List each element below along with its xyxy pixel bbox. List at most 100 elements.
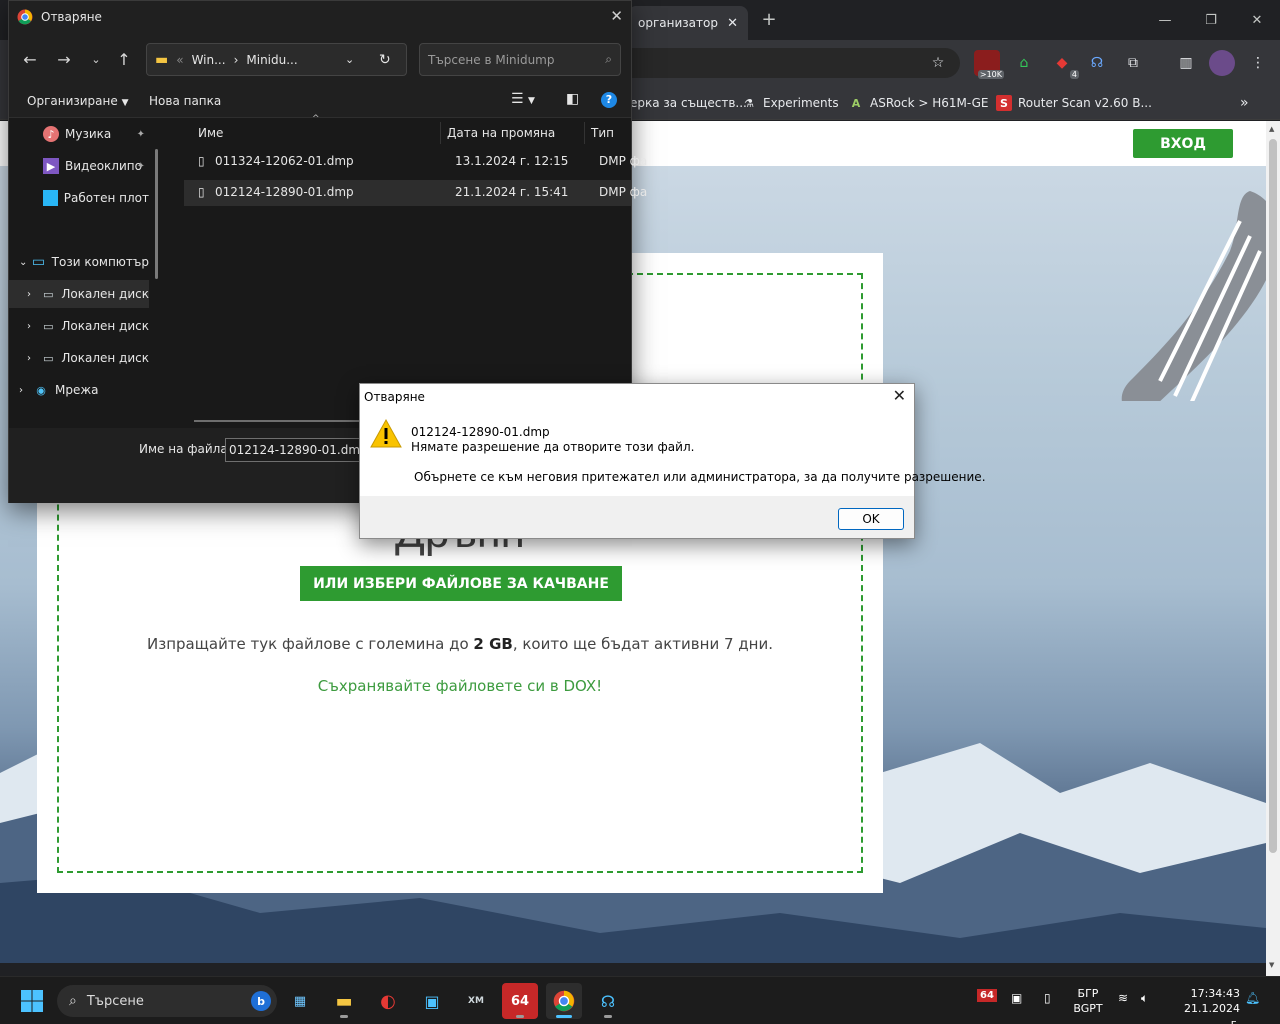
bookmarks-overflow-icon[interactable]: » [1240, 93, 1249, 113]
error-hint: Обърнете се към неговия притежател или а… [414, 470, 986, 484]
sidebar-scrollbar[interactable] [155, 149, 158, 279]
bookmark-experiments[interactable]: ⚗ Experiments [741, 93, 839, 113]
taskbar-app-xmplay[interactable]: XM [458, 983, 494, 1019]
bing-icon[interactable]: b [251, 991, 271, 1011]
choose-files-button[interactable]: ИЛИ ИЗБЕРИ ФАЙЛОВЕ ЗА КАЧВАНЕ [300, 566, 622, 601]
sidebar-item-local-disk[interactable]: › ▭ Локален диск [9, 344, 149, 372]
up-arrow-icon[interactable]: ↑ [113, 49, 135, 71]
file-row-selected[interactable]: ▯ 012124-12890-01.dmp 21.1.2024 г. 15:41… [184, 180, 647, 206]
bookmark-router-scan[interactable]: S Router Scan v2.60 B... [996, 93, 1152, 113]
folder-path-bar[interactable]: ▬ « Win... › Minidu... ⌄ ↻ [146, 43, 407, 76]
file-list: Име ^ Дата на промяна Тип ▯ 011324-12062… [184, 114, 647, 428]
taskbar-search-box[interactable]: ⌕ Търсене b [57, 985, 277, 1017]
breadcrumb-segment[interactable]: Win... [192, 53, 226, 67]
sidebar-item-network[interactable]: › ◉ Мрежа [9, 376, 149, 404]
page-scrollbar[interactable]: ▲ ▼ [1266, 121, 1280, 976]
tray-usb-icon[interactable]: ▯ [1044, 991, 1051, 1005]
dox-link[interactable]: Съхранявайте файловете си в DOX! [59, 677, 861, 695]
collapse-chevron-icon[interactable]: › [27, 321, 41, 332]
bookmark-asrock[interactable]: A ASRock > H61M-GE [848, 93, 989, 113]
home-extension-icon[interactable]: ⌂ [1011, 50, 1037, 76]
headset-extension-icon[interactable]: ☊ [1084, 50, 1110, 76]
sidebar-item-music[interactable]: ♪ Музика ✦ [9, 120, 149, 148]
taskbar-app-widgets[interactable]: ▦ [282, 983, 318, 1019]
help-icon[interactable]: ? [601, 92, 617, 108]
refresh-icon[interactable]: ↻ [379, 52, 391, 68]
view-options-icon[interactable]: ☰ ▼ [511, 91, 535, 107]
collapse-chevron-icon[interactable]: › [27, 353, 41, 364]
side-panel-icon[interactable]: ▥ [1173, 50, 1199, 76]
sidebar-item-this-pc[interactable]: ⌄ ▭ Този компютър [9, 248, 149, 276]
pin-icon[interactable]: ✦ [137, 161, 145, 172]
forward-arrow-icon[interactable]: → [53, 49, 75, 71]
new-folder-button[interactable]: Нова папка [149, 94, 221, 108]
error-message: Нямате разрешение да отворите този файл. [411, 440, 695, 454]
column-header-name[interactable]: Име [184, 122, 441, 144]
sidebar-item-desktop[interactable]: Работен плот [9, 184, 149, 212]
taskbar-app-explorer[interactable]: ▬ [326, 983, 362, 1019]
sidebar-item-label: Работен плот [63, 191, 149, 205]
collapse-chevron-icon[interactable]: › [19, 385, 33, 396]
sidebar-item-label: Локален диск [61, 287, 149, 301]
sidebar-item-local-disk[interactable]: › ▭ Локален диск [9, 312, 149, 340]
pin-icon[interactable]: ✦ [137, 129, 145, 140]
sidebar-item-videos[interactable]: ▶ Видеоклипо ✦ [9, 152, 149, 180]
ok-button[interactable]: OK [838, 508, 904, 530]
close-icon[interactable]: ✕ [893, 386, 906, 405]
volume-icon[interactable]: 🔈︎ [1141, 991, 1148, 1006]
close-icon[interactable]: ✕ [610, 7, 623, 25]
file-list-hscrollbar[interactable] [194, 420, 364, 422]
new-tab-button[interactable]: + [758, 9, 780, 31]
extensions-puzzle-icon[interactable]: ⧉ [1120, 50, 1146, 76]
info-text-pre: Изпращайте тук файлове с големина до [147, 635, 474, 653]
path-dropdown-icon[interactable]: ⌄ [345, 53, 354, 66]
taskbar-app-aida64[interactable]: 64 [502, 983, 538, 1019]
collapse-chevron-icon[interactable]: › [27, 289, 41, 300]
recent-locations-chevron-icon[interactable]: ⌄ [85, 49, 107, 71]
snowboard-image [1121, 191, 1266, 401]
preview-pane-icon[interactable]: ◧ [566, 91, 579, 107]
scroll-thumb[interactable] [1269, 139, 1277, 853]
scroll-up-icon[interactable]: ▲ [1269, 125, 1274, 133]
system-clock[interactable]: 17:34:43 21.1.2024 г. [1172, 986, 1240, 1024]
expand-chevron-icon[interactable]: ⌄ [19, 257, 31, 268]
input-language-indicator[interactable]: БГР BGPT [1070, 986, 1106, 1016]
column-header-type[interactable]: Тип [585, 122, 631, 144]
tray-monitor-icon[interactable]: ▣ [1011, 991, 1022, 1005]
sidebar-item-local-disk[interactable]: › ▭ Локален диск [9, 280, 149, 308]
minimize-button[interactable]: — [1142, 0, 1188, 40]
folder-search-input[interactable]: Търсене в Minidump ⌕ [419, 43, 621, 76]
maximize-button[interactable]: ❐ [1188, 0, 1234, 40]
bookmark-star-icon[interactable]: ☆ [925, 50, 951, 76]
search-icon: ⌕ [605, 52, 612, 66]
browser-menu-icon[interactable]: ⋮ [1245, 50, 1271, 76]
file-date: 13.1.2024 г. 12:15 [455, 154, 569, 168]
taskbar-app-headset[interactable]: ☊ [590, 983, 626, 1019]
tab-close-icon[interactable]: ✕ [727, 16, 738, 31]
back-arrow-icon[interactable]: ← [19, 49, 41, 71]
address-bar[interactable] [632, 48, 960, 78]
command-bar: Организиране ▼ Нова папка ☰ ▼ ◧ ? [9, 85, 631, 118]
xmplay-icon: XM [468, 996, 484, 1006]
breadcrumb-segment[interactable]: Minidu... [246, 53, 297, 67]
scroll-down-icon[interactable]: ▼ [1269, 961, 1274, 969]
filename-input[interactable] [225, 438, 365, 462]
taskbar-app-store[interactable]: ▣ [414, 983, 450, 1019]
column-header-date[interactable]: Дата на промяна [441, 122, 585, 144]
wifi-icon[interactable]: ≋ [1118, 991, 1128, 1005]
ublock-origin-icon[interactable]: ◆ 4 [1049, 50, 1079, 79]
ublock-extension-icon[interactable]: >10K [974, 50, 1004, 79]
file-row[interactable]: ▯ 011324-12062-01.dmp 13.1.2024 г. 12:15… [184, 149, 647, 175]
bookmark-item[interactable]: ерка за съществ... [630, 93, 747, 113]
tray-aida64-icon[interactable]: 64 [977, 989, 997, 1002]
active-tab[interactable]: организатор ✕ [628, 6, 748, 40]
drive-icon: ▭ [43, 319, 54, 333]
taskbar-app-ccleaner[interactable]: ◐ [370, 983, 406, 1019]
organize-menu-button[interactable]: Организиране ▼ [27, 94, 129, 108]
notification-bell-icon[interactable]: 🔔︎ [1245, 991, 1260, 1005]
close-window-button[interactable]: ✕ [1234, 0, 1280, 40]
profile-avatar[interactable] [1209, 50, 1235, 76]
taskbar-app-chrome[interactable] [546, 983, 582, 1019]
start-button[interactable] [14, 983, 50, 1019]
login-button[interactable]: ВХОД [1133, 129, 1233, 158]
